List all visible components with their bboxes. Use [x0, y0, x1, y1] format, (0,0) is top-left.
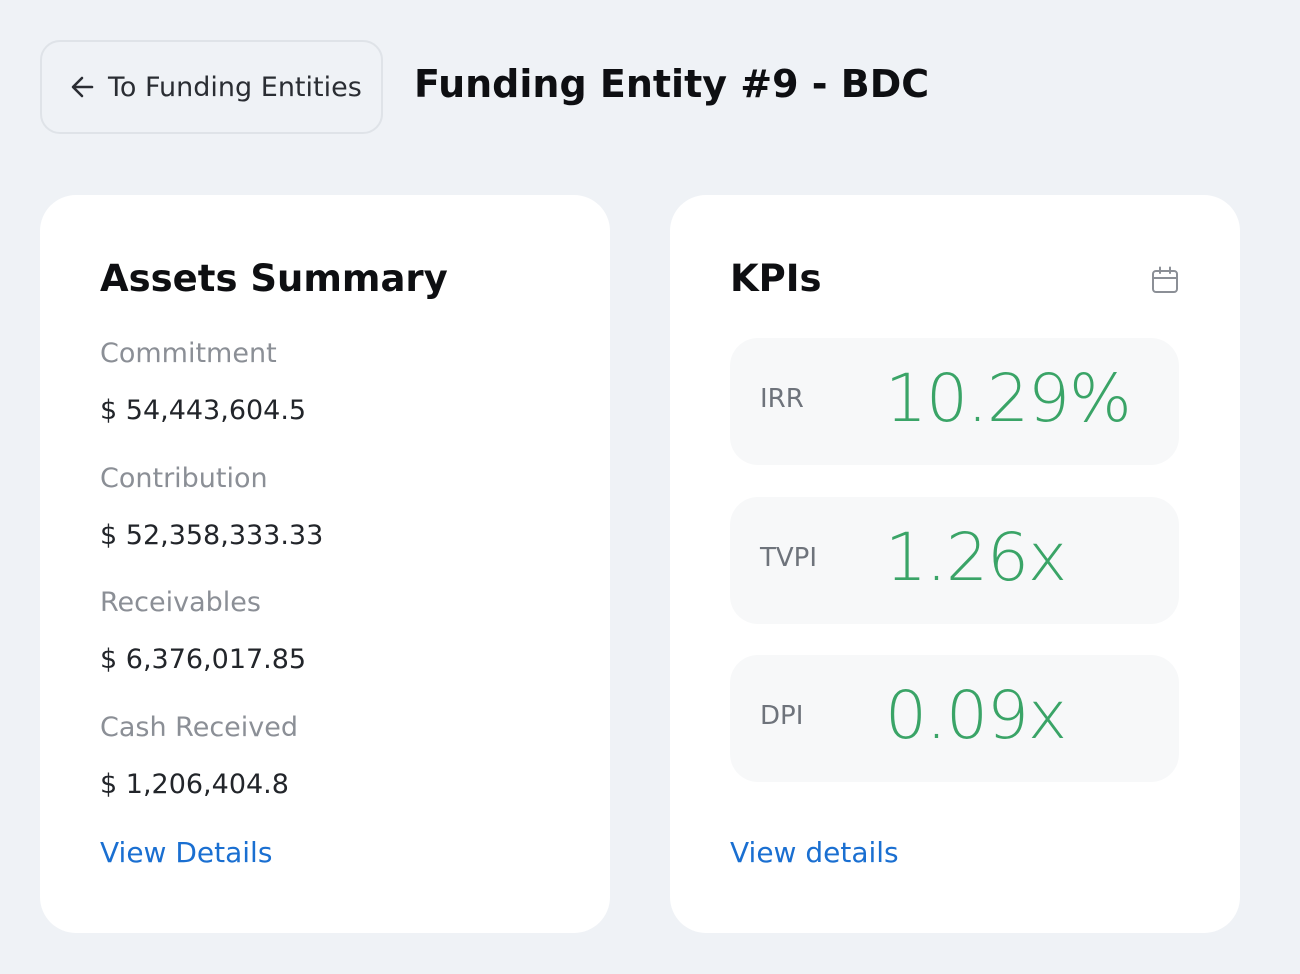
- assets-summary-card: Assets Summary Commitment $ 54,443,604.5…: [40, 195, 610, 933]
- kpis-title: KPIs: [730, 257, 822, 300]
- kpis-view-details-link[interactable]: View details: [730, 836, 899, 869]
- kpi-dpi-value: 0.09x: [885, 677, 1067, 754]
- page: To Funding Entities Funding Entity #9 - …: [0, 0, 1300, 974]
- kpi-tvpi-label: TVPI: [760, 543, 818, 573]
- kpi-irr-box: IRR 10.29%: [730, 338, 1179, 465]
- calendar-icon[interactable]: [1150, 265, 1180, 295]
- kpis-card: KPIs IRR 10.29% TVPI 1.26x DPI 0.09x Vie…: [670, 195, 1240, 933]
- kpi-dpi-label: DPI: [760, 701, 804, 731]
- receivables-value: $ 6,376,017.85: [100, 644, 307, 675]
- back-to-funding-entities-button[interactable]: To Funding Entities: [40, 40, 383, 134]
- kpi-dpi-box: DPI 0.09x: [730, 655, 1179, 782]
- commitment-label: Commitment: [100, 338, 277, 369]
- kpi-tvpi-value: 1.26x: [885, 519, 1067, 596]
- page-title: Funding Entity #9 - BDC: [414, 62, 930, 106]
- kpi-irr-label: IRR: [760, 384, 804, 414]
- contribution-value: $ 52,358,333.33: [100, 520, 324, 551]
- kpi-tvpi-box: TVPI 1.26x: [730, 497, 1179, 624]
- contribution-label: Contribution: [100, 463, 268, 494]
- assets-view-details-link[interactable]: View Details: [100, 836, 272, 869]
- assets-summary-title: Assets Summary: [100, 257, 448, 300]
- cash-received-label: Cash Received: [100, 712, 299, 743]
- cash-received-value: $ 1,206,404.8: [100, 769, 289, 800]
- back-button-label: To Funding Entities: [108, 71, 362, 103]
- receivables-label: Receivables: [100, 587, 261, 618]
- arrow-left-icon: [70, 74, 96, 100]
- commitment-value: $ 54,443,604.5: [100, 395, 307, 426]
- kpi-irr-value: 10.29%: [885, 360, 1132, 437]
